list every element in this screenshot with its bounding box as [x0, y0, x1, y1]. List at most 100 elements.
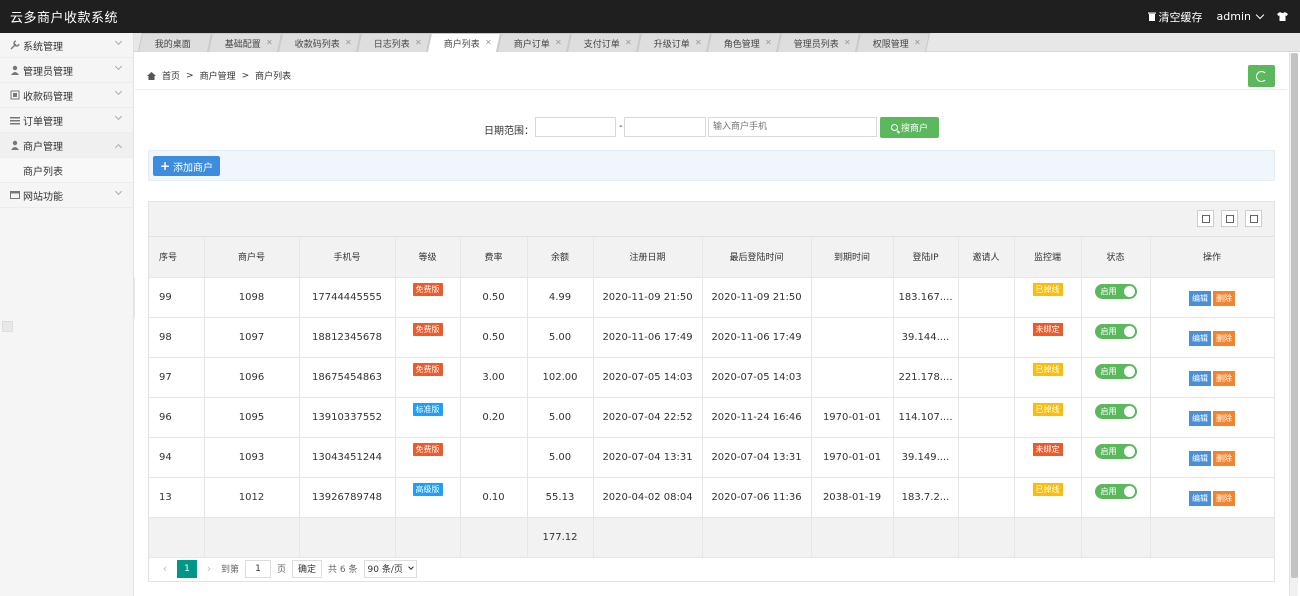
tab-pay-orders[interactable]: 支付订单 ✕ — [567, 33, 642, 52]
scrollbar-thumb[interactable] — [1291, 53, 1298, 578]
sidebar-item-qrcode[interactable]: 收款码管理 — [0, 83, 133, 108]
print-button[interactable] — [1245, 210, 1262, 227]
header-expire[interactable]: 到期时间 — [811, 237, 894, 278]
cell-monitor: 未绑定 — [1014, 317, 1082, 358]
status-toggle[interactable]: 启用 — [1094, 483, 1137, 499]
page-scrollbar[interactable] — [1289, 53, 1298, 596]
header-merchant-no[interactable]: 商户号 — [204, 237, 300, 278]
cell-level: 免费版 — [395, 317, 461, 358]
tab-basic-config[interactable]: 基础配置 ✕ — [207, 33, 283, 52]
sidebar-item-label: 订单管理 — [23, 116, 63, 128]
add-merchant-button[interactable]: + 添加商户 — [153, 156, 220, 176]
close-icon[interactable]: ✕ — [914, 38, 921, 47]
goto-confirm-button[interactable]: 确定 — [292, 559, 323, 578]
edit-button[interactable]: 编辑 — [1189, 290, 1211, 306]
delete-button[interactable]: 删除 — [1213, 330, 1235, 346]
header-reg-date[interactable]: 注册日期 — [593, 237, 703, 278]
close-icon[interactable]: ✕ — [625, 38, 632, 47]
breadcrumb-home[interactable]: 首页 — [162, 69, 180, 82]
close-icon[interactable]: ✕ — [555, 38, 562, 47]
cell-phone: 18675454863 — [299, 357, 396, 398]
cell-login-ip: 39.149.... — [893, 437, 959, 478]
tab-permission[interactable]: 权限管理 ✕ — [856, 33, 931, 52]
sidebar: 系统管理 管理员管理 收款码管理 订单管理 商户管理 商户列表 网站功能 — [0, 33, 134, 596]
header-balance[interactable]: 余额 — [527, 237, 594, 278]
tab-merchant-orders[interactable]: 商户订单 ✕ — [497, 33, 572, 52]
header-phone[interactable]: 手机号 — [299, 237, 396, 278]
header-inviter[interactable]: 邀请人 — [958, 237, 1015, 278]
status-toggle[interactable]: 启用 — [1094, 403, 1137, 419]
edit-button[interactable]: 编辑 — [1189, 450, 1211, 466]
status-toggle[interactable]: 启用 — [1094, 443, 1137, 459]
tab-merchant-list[interactable]: 商户列表 ✕ — [427, 33, 502, 52]
goto-page-input[interactable]: 1 — [245, 559, 272, 578]
header-login-ip[interactable]: 登陆IP — [893, 237, 959, 278]
sidebar-item-system[interactable]: 系统管理 — [0, 33, 133, 58]
pagination: ‹ 1 › 到第 1 页 确定 共 6 条 90 条/页 — [149, 555, 1274, 582]
next-page-icon[interactable]: › — [203, 562, 215, 575]
delete-button[interactable]: 删除 — [1213, 370, 1235, 386]
date-start-input[interactable] — [535, 117, 616, 137]
sidebar-item-merchant[interactable]: 商户管理 — [0, 133, 133, 158]
status-toggle[interactable]: 启用 — [1094, 363, 1137, 379]
edit-button[interactable]: 编辑 — [1189, 330, 1211, 346]
cell-merchant-no: 1012 — [204, 477, 300, 518]
delete-button[interactable]: 删除 — [1213, 490, 1235, 506]
cell-inviter — [958, 357, 1015, 398]
status-toggle[interactable]: 启用 — [1094, 323, 1137, 339]
header-rate[interactable]: 费率 — [460, 237, 528, 278]
search-button[interactable]: 搜商户 — [880, 117, 939, 138]
header-id[interactable]: 序号 — [149, 237, 205, 278]
breadcrumb-merchant-manage[interactable]: 商户管理 — [200, 69, 236, 82]
tab-role-manage[interactable]: 角色管理 ✕ — [707, 33, 782, 52]
clear-cache-button[interactable]: 清空缓存 — [1147, 9, 1203, 25]
page-current[interactable]: 1 — [177, 559, 197, 578]
header-actions[interactable]: 操作 — [1150, 237, 1275, 278]
header-level[interactable]: 等级 — [395, 237, 461, 278]
prev-page-icon[interactable]: ‹ — [159, 562, 171, 575]
delete-button[interactable]: 删除 — [1213, 410, 1235, 426]
per-page-select[interactable]: 90 条/页 — [363, 559, 417, 578]
table-row: 94 1093 13043451244 免费版 5.00 2020-07-04 13:31… — [149, 437, 1275, 478]
tab-admin-list[interactable]: 管理员列表 ✕ — [777, 33, 861, 52]
refresh-button[interactable] — [1248, 65, 1275, 87]
close-icon[interactable]: ✕ — [415, 38, 422, 47]
status-toggle[interactable]: 启用 — [1094, 283, 1137, 299]
cell-expire — [811, 317, 894, 358]
user-menu[interactable]: admin — [1217, 10, 1265, 23]
header-status[interactable]: 状态 — [1081, 237, 1151, 278]
edit-button[interactable]: 编辑 — [1189, 490, 1211, 506]
sidebar-item-orders[interactable]: 订单管理 — [0, 108, 133, 133]
header-monitor[interactable]: 监控端 — [1014, 237, 1082, 278]
edit-button[interactable]: 编辑 — [1189, 410, 1211, 426]
cell-login-ip: 114.107.... — [893, 397, 959, 438]
cell-phone: 13043451244 — [299, 437, 396, 478]
tab-log-list[interactable]: 日志列表 ✕ — [357, 33, 432, 52]
cell-reg-date: 2020-07-05 14:03 — [593, 357, 703, 398]
theme-button[interactable] — [1277, 12, 1288, 21]
close-icon[interactable]: ✕ — [844, 38, 851, 47]
tab-upgrade-orders[interactable]: 升级订单 ✕ — [637, 33, 712, 52]
header-last-login[interactable]: 最后登陆时间 — [702, 237, 812, 278]
close-icon[interactable]: ✕ — [765, 38, 772, 47]
delete-button[interactable]: 删除 — [1213, 290, 1235, 306]
tab-desktop[interactable]: 我的桌面 — [137, 33, 213, 52]
side-toggle-square[interactable] — [2, 321, 13, 332]
sidebar-subitem-merchant-list[interactable]: 商户列表 — [0, 158, 133, 183]
close-icon[interactable]: ✕ — [266, 38, 273, 47]
close-icon[interactable]: ✕ — [485, 38, 492, 47]
delete-button[interactable]: 删除 — [1213, 450, 1235, 466]
tab-qrcode-list[interactable]: 收款码列表 ✕ — [278, 33, 362, 52]
phone-search-input[interactable] — [708, 117, 877, 137]
sidebar-item-admin[interactable]: 管理员管理 — [0, 58, 133, 83]
close-icon[interactable]: ✕ — [695, 38, 702, 47]
table-row: 13 1012 13926789748 高级版 0.10 55.13 2020-04-02 … — [149, 477, 1275, 518]
search-icon — [890, 124, 898, 131]
sidebar-item-website[interactable]: 网站功能 — [0, 183, 133, 208]
export-button[interactable] — [1221, 210, 1238, 227]
date-end-input[interactable] — [624, 117, 706, 137]
edit-button[interactable]: 编辑 — [1189, 370, 1211, 386]
columns-filter-button[interactable] — [1197, 210, 1214, 227]
close-icon[interactable]: ✕ — [345, 38, 352, 47]
monitor-badge: 未绑定 — [1032, 442, 1063, 456]
